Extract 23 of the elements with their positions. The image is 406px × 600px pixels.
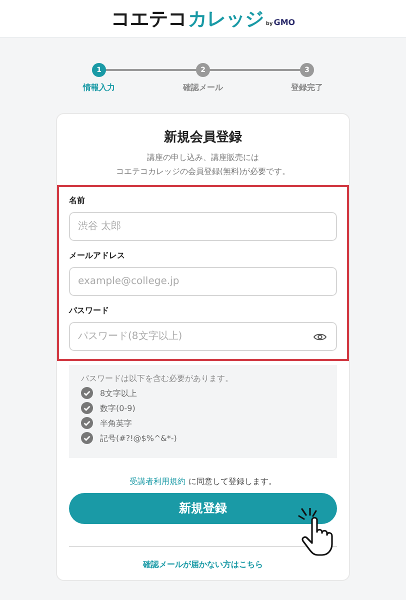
step-label: 情報入力 [83, 82, 115, 93]
logo-text: コエテコ [110, 6, 187, 32]
step-label: 確認メール [183, 82, 223, 93]
field-label: パスワード [69, 305, 110, 316]
rule-text: 8文字以上 [100, 388, 138, 398]
input-field[interactable]: 渋谷 太郎 [69, 212, 337, 241]
rule-text: 数字(0-9) [100, 402, 136, 414]
register-button[interactable]: 新規登録 [69, 493, 337, 524]
input-field[interactable]: パスワード(8文字以上) [69, 322, 337, 351]
terms-link[interactable]: 受講者利用規約 [130, 477, 186, 486]
intro-text: 講座の申し込み、講座販売には コエテコカレッジの会員登録(無料)が必要です。 [116, 152, 290, 178]
rule-text: 記号(#?!@$%^&*-) [100, 432, 177, 444]
form-title: 新規会員登録 [164, 128, 242, 146]
resend-link[interactable]: 確認メールが届かない方はこちら [143, 559, 263, 570]
field-label: 名前 [69, 195, 86, 206]
rule-text: 半角英字 [100, 418, 132, 428]
logo-text: GMO [274, 18, 296, 26]
logo-text: カレッジ [188, 6, 264, 32]
field-label: メールアドレス [69, 250, 126, 261]
rules-title: パスワードは以下を含む必要があります。 [81, 373, 234, 384]
terms-text: 受講者利用規約 に同意して登録します。 [130, 476, 276, 487]
input-field[interactable]: example@college.jp [69, 267, 337, 296]
step-label: 登録完了 [291, 82, 323, 93]
